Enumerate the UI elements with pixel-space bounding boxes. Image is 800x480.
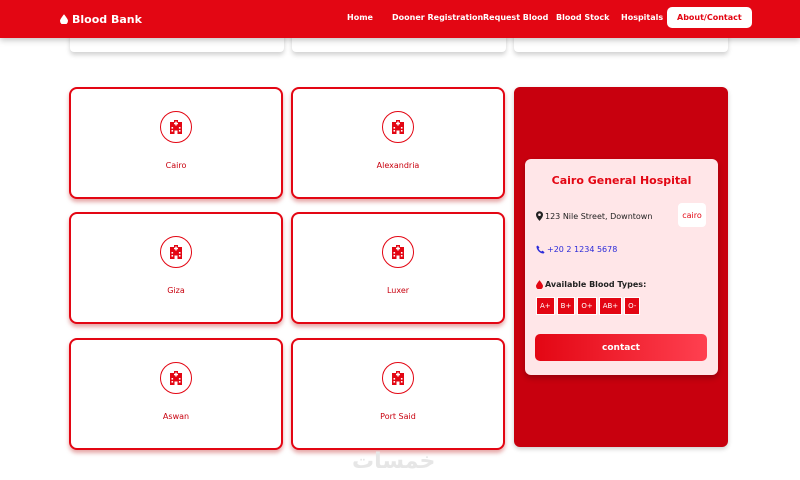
map-pin-icon — [536, 211, 543, 221]
city-card-alexandria[interactable]: Alexandria — [291, 87, 505, 199]
hospital-icon — [160, 362, 192, 394]
nav-request-blood[interactable]: Request Blood — [483, 13, 548, 22]
navbar: Blood Bank Home Dooner Registration Requ… — [0, 0, 800, 38]
city-tag: cairo — [678, 203, 706, 227]
blood-type-badge: AB+ — [598, 297, 623, 315]
city-name: Luxer — [386, 286, 410, 295]
blood-types-label-text: Available Blood Types: — [545, 280, 647, 289]
nav-donor-registration[interactable]: Dooner Registration — [392, 13, 483, 22]
hospital-icon — [160, 236, 192, 268]
city-card-giza[interactable]: Giza — [69, 212, 283, 324]
nav-blood-stock[interactable]: Blood Stock — [556, 13, 610, 22]
city-name: Cairo — [165, 161, 187, 170]
nav-about-contact[interactable]: About/Contact — [667, 7, 752, 28]
blood-types-label: Available Blood Types: — [536, 280, 646, 289]
hospital-icon — [382, 362, 414, 394]
phone-icon — [536, 245, 545, 254]
blood-type-badge: A+ — [536, 297, 555, 315]
hospital-icon — [382, 236, 414, 268]
hospital-phone-row[interactable]: +20 2 1234 5678 — [536, 245, 617, 254]
city-card-port-said[interactable]: Port Said — [291, 338, 505, 450]
city-name: Giza — [167, 286, 185, 295]
hospital-panel: Cairo General Hospital 123 Nile Street, … — [514, 87, 728, 447]
hospital-icon — [160, 111, 192, 143]
watermark: خمسات — [352, 449, 436, 474]
nav-links: Home Dooner Registration Request Blood B… — [0, 0, 800, 38]
nav-home[interactable]: Home — [347, 13, 373, 22]
nav-hospitals[interactable]: Hospitals — [621, 13, 663, 22]
city-card-cairo[interactable]: Cairo — [69, 87, 283, 199]
blood-type-badge: O- — [624, 297, 641, 315]
city-name: Alexandria — [376, 161, 420, 170]
hospital-phone[interactable]: +20 2 1234 5678 — [547, 245, 617, 254]
blood-type-badge: B+ — [556, 297, 576, 315]
city-card-aswan[interactable]: Aswan — [69, 338, 283, 450]
hospital-icon — [382, 111, 414, 143]
hospital-address: 123 Nile Street, Downtown — [545, 211, 653, 221]
city-card-luxer[interactable]: Luxer — [291, 212, 505, 324]
city-name: Aswan — [162, 412, 190, 421]
blood-types-list: A+ B+ O+ AB+ O- — [536, 297, 642, 315]
blood-drop-icon — [536, 280, 543, 289]
city-name: Port Said — [380, 412, 416, 421]
hospital-address-row: 123 Nile Street, Downtown — [536, 211, 652, 221]
hospital-card: Cairo General Hospital 123 Nile Street, … — [525, 159, 718, 375]
contact-button[interactable]: contact — [535, 334, 707, 361]
blood-type-badge: O+ — [577, 297, 597, 315]
hospital-name: Cairo General Hospital — [551, 174, 692, 187]
